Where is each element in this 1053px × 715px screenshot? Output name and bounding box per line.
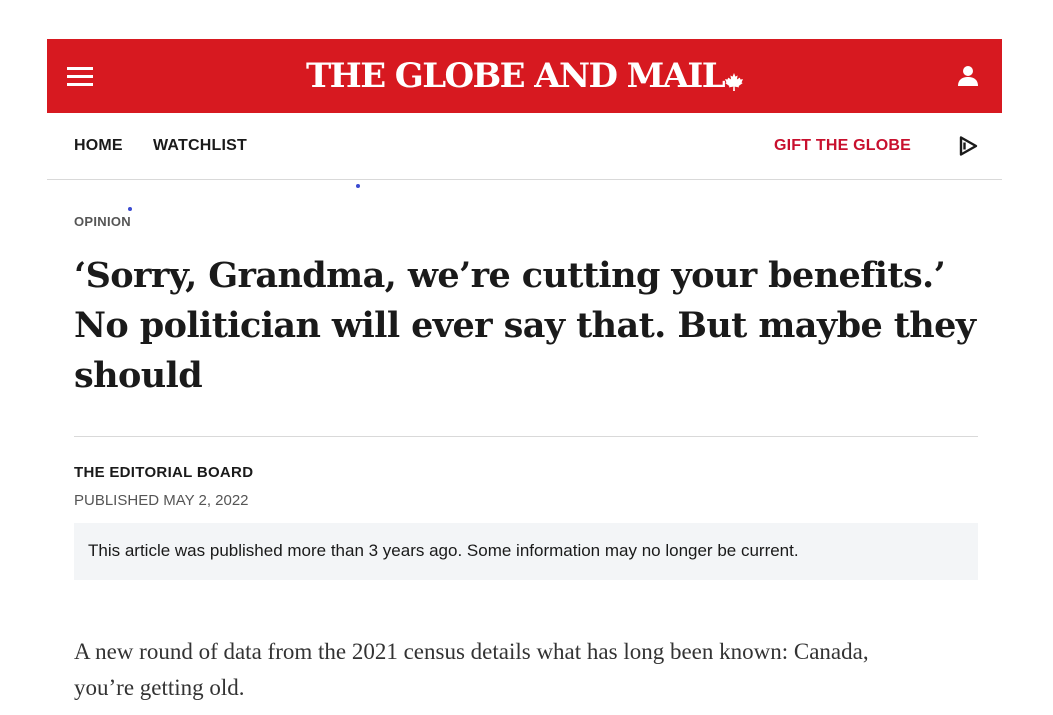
- page: THE GLOBE AND MAIL HOME WATCHLIST GIFT T…: [47, 39, 1002, 700]
- focus-dot-marker: [356, 184, 360, 188]
- author-byline[interactable]: THE EDITORIAL BOARD: [74, 464, 253, 482]
- focus-dot-marker: [128, 207, 132, 211]
- maple-leaf-icon: [725, 58, 744, 102]
- top-navigation: HOME WATCHLIST GIFT THE GLOBE: [47, 113, 1002, 180]
- play-icon: [957, 136, 979, 161]
- user-account-icon: [956, 66, 980, 92]
- nav-home-link[interactable]: HOME: [74, 137, 123, 155]
- published-date: PUBLISHED MAY 2, 2022: [74, 492, 249, 509]
- logo-text: THE GLOBE AND MAIL: [305, 56, 726, 96]
- account-button[interactable]: [956, 64, 980, 88]
- article: OPINION ‘Sorry, Grandma, we’re cutting y…: [74, 213, 978, 715]
- article-headline: ‘Sorry, Grandma, we’re cutting your bene…: [74, 255, 976, 396]
- nav-watchlist-link[interactable]: WATCHLIST: [153, 137, 247, 155]
- gift-the-globe-link[interactable]: GIFT THE GLOBE: [774, 137, 911, 155]
- masthead: THE GLOBE AND MAIL: [47, 39, 1002, 113]
- notice-text: This article was published more than 3 y…: [88, 541, 799, 560]
- lead-paragraph: A new round of data from the 2021 census…: [74, 639, 869, 700]
- site-logo[interactable]: THE GLOBE AND MAIL: [47, 54, 1002, 102]
- article-age-notice: This article was published more than 3 y…: [74, 523, 978, 580]
- section-label[interactable]: OPINION: [74, 214, 131, 230]
- play-button[interactable]: [957, 135, 979, 157]
